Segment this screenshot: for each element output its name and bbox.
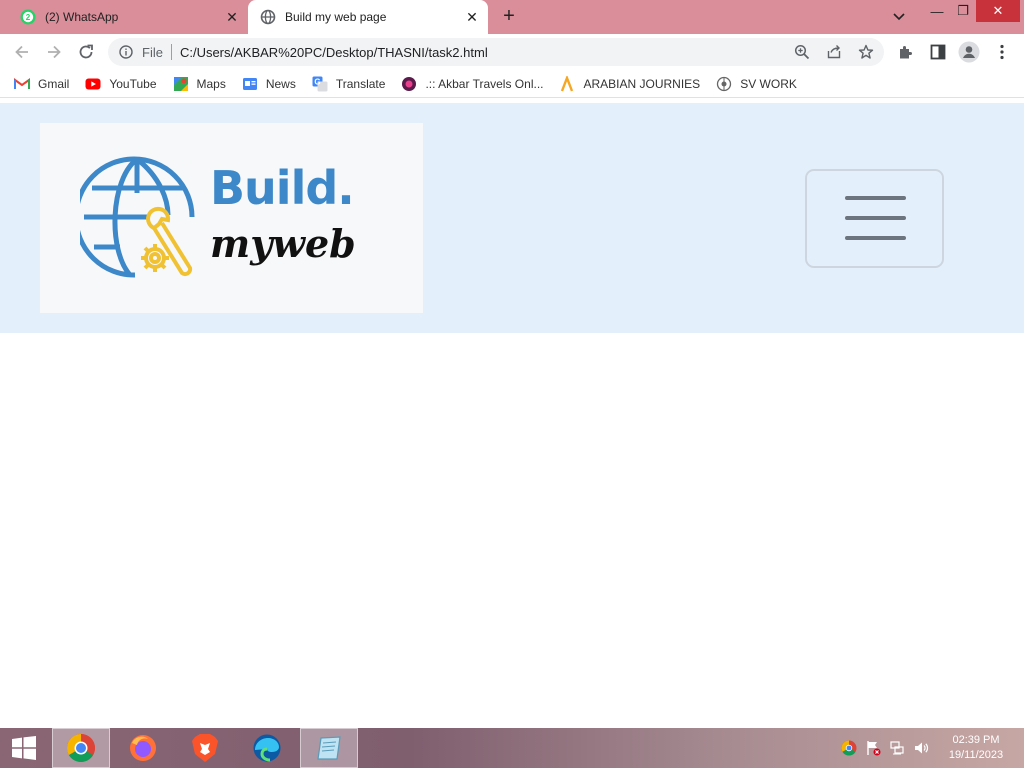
bookmarks-bar: Gmail YouTube Maps News G Translate .:: …: [0, 70, 1024, 98]
menu-bar-icon: [845, 236, 906, 240]
taskbar-chrome[interactable]: [52, 728, 110, 768]
bookmark-sv-work[interactable]: SV WORK: [716, 76, 797, 92]
divider: [170, 44, 172, 60]
hamburger-menu-button[interactable]: [805, 169, 944, 268]
bookmark-label: SV WORK: [740, 76, 797, 91]
bookmark-label: Maps: [196, 76, 226, 91]
tab-build-my-web-page[interactable]: Build my web page ✕: [248, 0, 488, 34]
gmail-icon: [14, 76, 30, 92]
start-button[interactable]: [0, 728, 48, 768]
logo-text-build: Build.: [210, 161, 355, 215]
url-text[interactable]: C:/Users/AKBAR%20PC/Desktop/THASNI/task2…: [180, 45, 884, 60]
bookmark-arabian-journies[interactable]: ARABIAN JOURNIES: [559, 75, 701, 92]
bookmark-translate[interactable]: G Translate: [312, 76, 386, 92]
site-logo[interactable]: Build. myweb: [40, 123, 423, 313]
taskbar-firefox[interactable]: [114, 728, 172, 768]
bookmark-label: YouTube: [109, 76, 157, 91]
bookmark-star-icon[interactable]: [856, 43, 876, 61]
youtube-icon: [85, 76, 101, 92]
brave-icon: [192, 734, 218, 762]
bookmark-news[interactable]: News: [242, 76, 296, 92]
tab-title: Build my web page: [285, 10, 387, 24]
bookmark-youtube[interactable]: YouTube: [85, 76, 157, 92]
new-tab-button[interactable]: +: [497, 5, 521, 29]
news-icon: [242, 76, 258, 92]
network-icon[interactable]: [889, 738, 907, 758]
svg-text:2: 2: [26, 13, 31, 22]
taskbar-edge[interactable]: [238, 728, 296, 768]
minimize-button[interactable]: —: [926, 0, 948, 22]
tab-search-icon[interactable]: [888, 6, 910, 28]
sv-work-icon: [716, 76, 732, 92]
notepad-icon: [317, 736, 341, 760]
globe-wrench-logo-icon: [80, 156, 195, 278]
bookmark-label: Translate: [335, 76, 386, 91]
reload-icon[interactable]: [74, 40, 98, 64]
taskbar-notepad[interactable]: [300, 728, 358, 768]
action-center-flag-icon[interactable]: [865, 738, 883, 758]
close-window-button[interactable]: ✕: [976, 0, 1020, 22]
tab-close-icon[interactable]: ✕: [460, 9, 484, 26]
windows-taskbar: 02:39 PM 19/11/2023: [0, 728, 1024, 768]
side-panel-icon[interactable]: [927, 41, 949, 63]
profile-avatar-icon[interactable]: [958, 41, 980, 63]
bookmark-akbar-travels[interactable]: .:: Akbar Travels Onl...: [401, 76, 543, 92]
clock-date: 19/11/2023: [948, 749, 1004, 761]
taskbar-clock[interactable]: 02:39 PM 19/11/2023: [936, 733, 1016, 763]
globe-icon: [260, 9, 276, 25]
scheme-label: File: [142, 44, 163, 60]
volume-icon[interactable]: [913, 738, 931, 758]
restore-button[interactable]: ❐: [952, 0, 974, 22]
tab-strip: 2 (2) WhatsApp ✕ Build my web page ✕ + —…: [0, 0, 1024, 34]
web-page: Build. myweb: [0, 103, 1024, 728]
bookmark-label: .:: Akbar Travels Onl...: [425, 76, 544, 91]
bookmark-label: Gmail: [38, 76, 70, 91]
bookmark-label: News: [265, 76, 296, 91]
forward-icon[interactable]: [42, 40, 66, 64]
svg-text:G: G: [314, 77, 320, 86]
tab-title: (2) WhatsApp: [45, 10, 119, 24]
windows-icon: [12, 736, 36, 760]
clock-time: 02:39 PM: [952, 734, 1000, 746]
taskbar-brave[interactable]: [176, 728, 234, 768]
bookmark-label: ARABIAN JOURNIES: [583, 76, 701, 91]
firefox-icon: [130, 735, 156, 761]
extensions-icon[interactable]: [895, 41, 917, 63]
browser-toolbar: File C:/Users/AKBAR%20PC/Desktop/THASNI/…: [0, 34, 1024, 70]
site-info-icon[interactable]: [118, 44, 134, 60]
menu-bar-icon: [845, 196, 906, 200]
site-header: Build. myweb: [0, 103, 1024, 333]
share-icon[interactable]: [824, 43, 844, 61]
address-bar[interactable]: File C:/Users/AKBAR%20PC/Desktop/THASNI/…: [108, 38, 884, 66]
back-icon[interactable]: [10, 40, 34, 64]
zoom-icon[interactable]: [792, 43, 812, 61]
tab-whatsapp[interactable]: 2 (2) WhatsApp ✕: [8, 0, 248, 34]
kebab-menu-icon[interactable]: [991, 41, 1013, 63]
edge-icon: [253, 734, 281, 762]
tab-close-icon[interactable]: ✕: [220, 9, 244, 26]
bookmark-maps[interactable]: Maps: [173, 76, 226, 92]
logo-text-myweb: myweb: [210, 221, 356, 266]
akbar-travels-icon: [401, 76, 417, 92]
whatsapp-icon: 2: [20, 9, 36, 25]
maps-icon: [173, 76, 189, 92]
tray-chrome-icon[interactable]: [841, 738, 859, 758]
arabian-journies-icon: [559, 75, 575, 92]
bookmark-gmail[interactable]: Gmail: [14, 76, 69, 92]
menu-bar-icon: [845, 216, 906, 220]
translate-icon: G: [312, 76, 328, 92]
chrome-icon: [67, 734, 95, 762]
